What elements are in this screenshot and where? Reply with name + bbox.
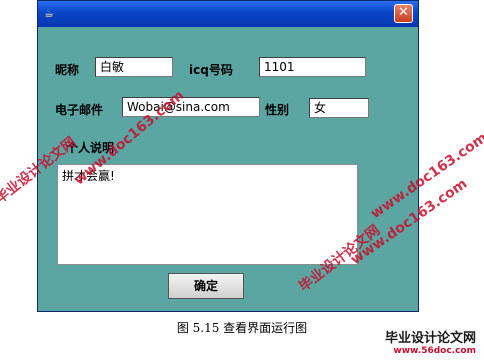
icq-field[interactable]: 1101 bbox=[259, 57, 366, 77]
intro-textarea[interactable]: 拼才会赢! bbox=[57, 164, 358, 265]
title-bar[interactable]: ☕ ✕ bbox=[38, 1, 418, 27]
site-logo: 毕业设计论文网 www.56doc.com bbox=[385, 327, 476, 356]
email-field[interactable]: Wobai@sina.com bbox=[122, 97, 260, 117]
nickname-label: 昵称 bbox=[55, 63, 80, 77]
java-cup-icon: ☕ bbox=[44, 7, 54, 20]
ok-button[interactable]: 确定 bbox=[168, 273, 244, 299]
close-button[interactable]: ✕ bbox=[394, 4, 413, 23]
gender-label: 性别 bbox=[265, 103, 290, 117]
nickname-field[interactable]: 白敏 bbox=[95, 57, 173, 77]
logo-url: www.56doc.com bbox=[393, 346, 476, 356]
icq-label: icq号码 bbox=[189, 63, 233, 77]
gender-field[interactable]: 女 bbox=[309, 98, 369, 118]
email-label: 电子邮件 bbox=[55, 103, 104, 117]
logo-text: 毕业设计论文网 bbox=[384, 331, 476, 346]
